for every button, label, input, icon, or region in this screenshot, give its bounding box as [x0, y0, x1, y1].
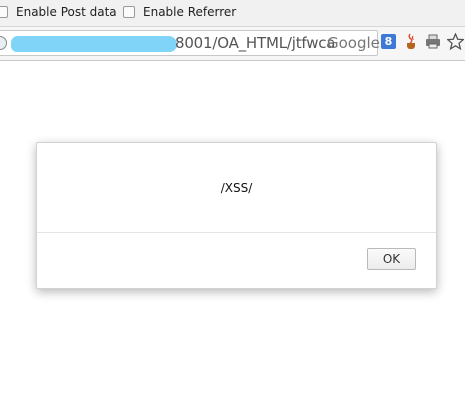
java-cup-icon[interactable] — [403, 33, 419, 50]
extension-toolbar: Enable Post data Enable Referrer — [0, 0, 465, 27]
google-8-icon[interactable]: 8 — [381, 34, 396, 49]
printer-icon[interactable] — [425, 33, 441, 50]
url-text: 8001/OA_HTML/jtfwca — [175, 34, 336, 52]
globe-icon — [0, 36, 7, 50]
referrer-checkbox[interactable] — [123, 6, 135, 18]
address-bar-row: 8001/OA_HTML/jtfwca Google 8 — [0, 27, 465, 61]
url-input[interactable]: 8001/OA_HTML/jtfwca Google — [0, 30, 380, 56]
post-data-checkbox-partial[interactable] — [0, 6, 8, 18]
search-hint: Google — [327, 34, 380, 52]
alert-message: /XSS/ — [220, 181, 253, 195]
star-icon[interactable] — [446, 32, 465, 51]
dialog-divider — [37, 232, 436, 233]
referrer-label[interactable]: Enable Referrer — [143, 5, 236, 19]
post-data-label[interactable]: Enable Post data — [16, 5, 117, 19]
redacted-url-segment — [11, 36, 177, 52]
ok-button[interactable]: OK — [367, 248, 416, 270]
alert-dialog: /XSS/ OK — [36, 142, 437, 289]
